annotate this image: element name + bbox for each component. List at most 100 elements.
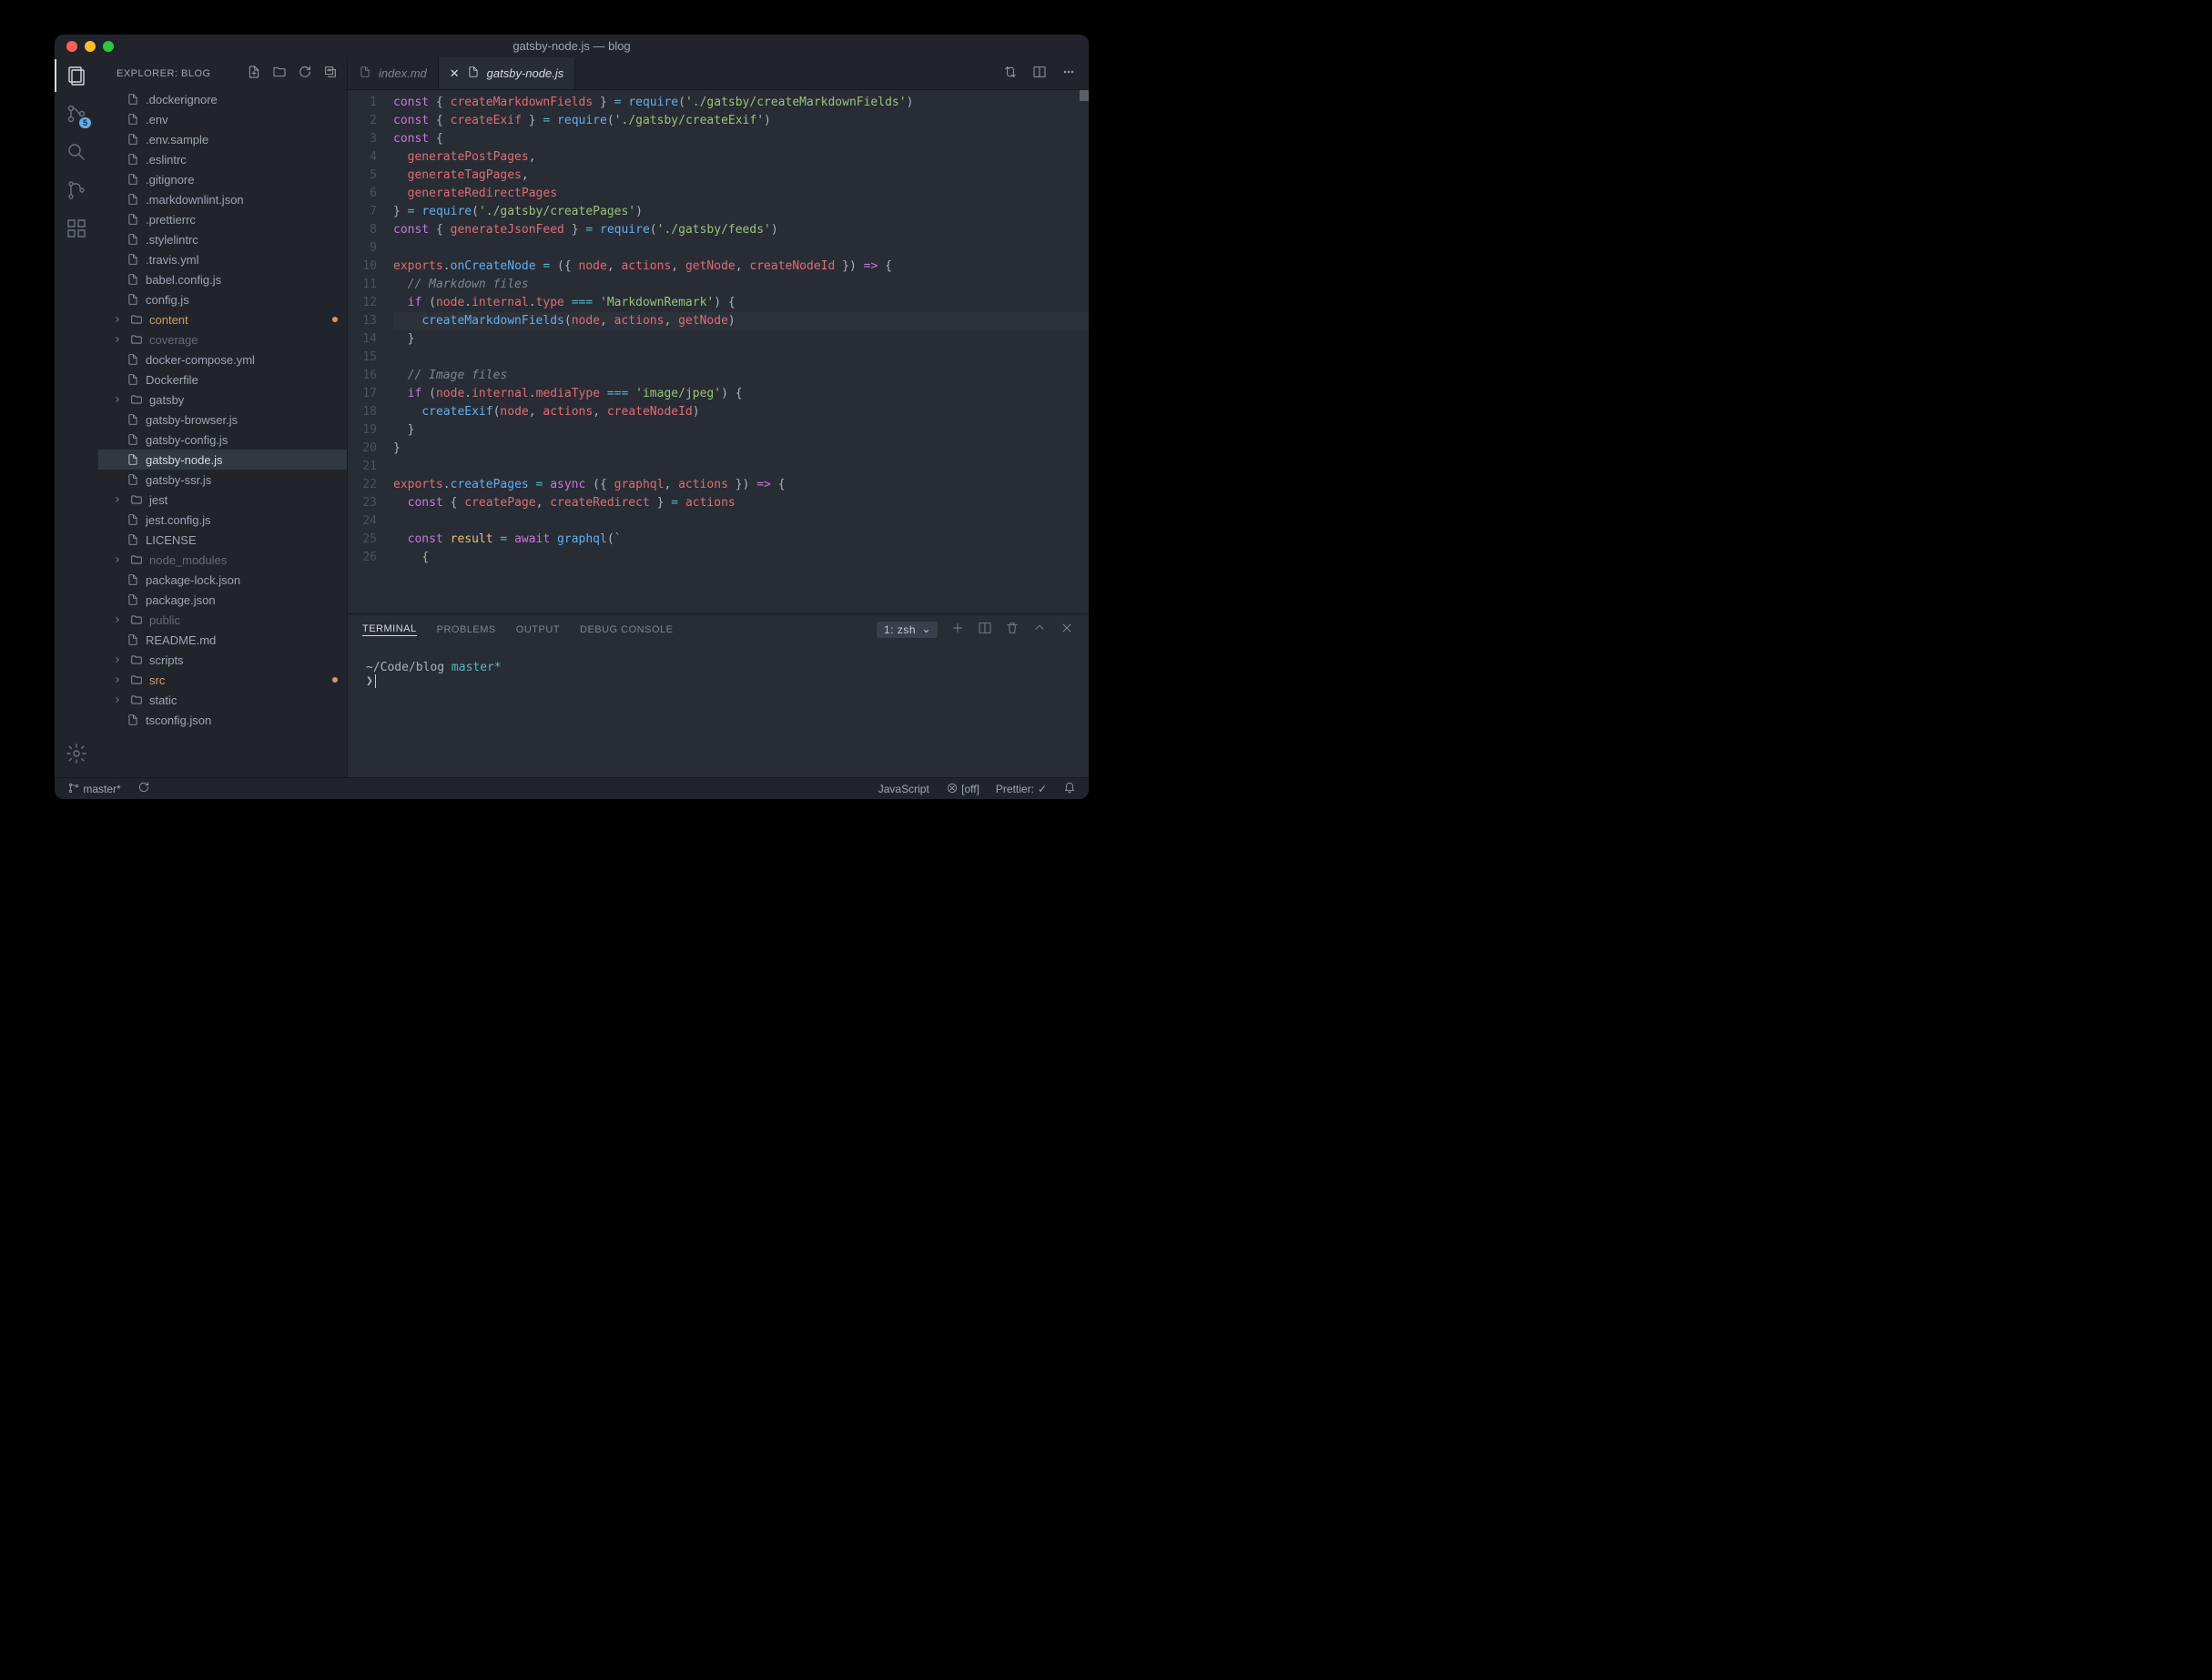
tree-folder[interactable]: static [98,690,347,710]
tab-index-md[interactable]: index.md [348,57,439,89]
tree-item-label: babel.config.js [146,273,221,287]
split-editor-icon[interactable] [1032,65,1047,82]
status-bell-icon[interactable] [1063,781,1076,796]
settings-gear-icon[interactable] [66,743,87,764]
tree-folder[interactable]: gatsby [98,390,347,410]
tree-item-label: .travis.yml [146,253,199,267]
tree-file[interactable]: tsconfig.json [98,710,347,730]
tree-item-label: tsconfig.json [146,713,211,727]
chevron-right-icon [111,655,124,664]
close-panel-icon[interactable] [1060,621,1074,638]
scm-icon[interactable]: 5 [66,103,87,125]
tree-file[interactable]: gatsby-config.js [98,430,347,450]
split-terminal-icon[interactable] [978,621,992,638]
extensions-icon[interactable] [66,218,87,239]
tree-file[interactable]: gatsby-browser.js [98,410,347,430]
tree-folder[interactable]: scripts [98,650,347,670]
tree-file[interactable]: docker-compose.yml [98,349,347,369]
tree-folder[interactable]: public [98,610,347,630]
tree-item-label: README.md [146,633,216,647]
close-window-button[interactable] [66,41,77,52]
tree-file[interactable]: .markdownlint.json [98,189,347,209]
modified-dot-icon [332,677,338,683]
file-icon [126,173,140,186]
modified-dot-icon [332,317,338,322]
folder-icon [129,653,144,666]
status-prettier[interactable]: Prettier: [996,783,1047,795]
tree-file[interactable]: .env [98,109,347,129]
search-icon[interactable] [66,141,87,163]
file-icon [126,193,140,206]
tree-folder[interactable]: node_modules [98,550,347,570]
status-eslint[interactable]: [off] [946,782,979,795]
refresh-icon[interactable] [298,65,312,82]
explorer-sidebar: EXPLORER: BLOG .dockerignore.env.env.sam… [98,57,348,777]
tree-file[interactable]: .env.sample [98,129,347,149]
maximize-window-button[interactable] [103,41,114,52]
minimize-window-button[interactable] [85,41,96,52]
tab-label: gatsby-node.js [487,66,564,80]
tree-file[interactable]: gatsby-ssr.js [98,470,347,490]
new-file-icon[interactable] [247,65,261,82]
new-folder-icon[interactable] [272,65,287,82]
tree-folder[interactable]: coverage [98,329,347,349]
debug-icon[interactable] [66,179,87,201]
compare-changes-icon[interactable] [1003,65,1018,82]
tree-file[interactable]: Dockerfile [98,369,347,390]
code-editor[interactable]: 1234567891011121314151617181920212223242… [348,90,1089,613]
tree-file[interactable]: .gitignore [98,169,347,189]
new-terminal-icon[interactable] [950,621,965,638]
more-actions-icon[interactable] [1061,65,1076,82]
tree-folder[interactable]: jest [98,490,347,510]
tree-item-label: .gitignore [146,173,194,187]
tree-item-label: .env [146,113,168,127]
file-icon [126,253,140,266]
tab-gatsby-node[interactable]: ✕ gatsby-node.js [439,57,575,89]
kill-terminal-icon[interactable] [1005,621,1020,638]
tree-file[interactable]: jest.config.js [98,510,347,530]
editor-tabs: index.md ✕ gatsby-node.js [348,57,1089,90]
chevron-right-icon [111,315,124,324]
tree-file[interactable]: .stylelintrc [98,229,347,249]
terminal-select[interactable]: 1: zsh [877,622,938,638]
tree-file[interactable]: package-lock.json [98,570,347,590]
tree-file[interactable]: gatsby-node.js [98,450,347,470]
maximize-panel-icon[interactable] [1032,621,1047,638]
file-icon [359,66,371,81]
file-icon [126,573,140,586]
folder-icon [129,553,144,566]
file-tree[interactable]: .dockerignore .env .env.sample.eslintrc .gi… [98,89,347,777]
tree-file[interactable]: .prettierrc [98,209,347,229]
explorer-icon[interactable] [66,65,87,86]
collapse-all-icon[interactable] [323,65,338,82]
tree-file[interactable]: .travis.yml [98,249,347,269]
file-icon [126,413,140,426]
tree-file[interactable]: config.js [98,289,347,309]
status-branch[interactable]: master* [67,782,121,795]
tree-item-label: public [149,613,180,627]
close-tab-icon[interactable]: ✕ [450,66,460,81]
terminal-branch: master* [452,661,502,674]
file-icon [126,133,140,146]
code-content[interactable]: const { createMarkdownFields } = require… [393,90,1089,613]
terminal-body[interactable]: ~/Code/blog master* ❯ [348,644,1089,777]
tab-label: index.md [379,66,427,80]
tree-folder[interactable]: content [98,309,347,329]
tree-file[interactable]: .eslintrc [98,149,347,169]
tree-file[interactable]: .dockerignore [98,89,347,109]
tree-file[interactable]: LICENSE [98,530,347,550]
activity-bar: 5 [55,57,98,777]
minimap[interactable] [1080,90,1089,101]
panel-tab-problems[interactable]: PROBLEMS [437,624,496,635]
tree-item-label: gatsby-ssr.js [146,473,211,487]
tree-item-label: .dockerignore [146,93,218,106]
tree-file[interactable]: package.json [98,590,347,610]
panel-tab-terminal[interactable]: TERMINAL [362,623,417,636]
panel-tab-output[interactable]: OUTPUT [516,624,560,635]
tree-file[interactable]: babel.config.js [98,269,347,289]
tree-folder[interactable]: src [98,670,347,690]
status-language[interactable]: JavaScript [878,783,929,795]
status-sync-icon[interactable] [137,781,150,796]
panel-tab-debug[interactable]: DEBUG CONSOLE [580,624,673,635]
tree-file[interactable]: README.md [98,630,347,650]
